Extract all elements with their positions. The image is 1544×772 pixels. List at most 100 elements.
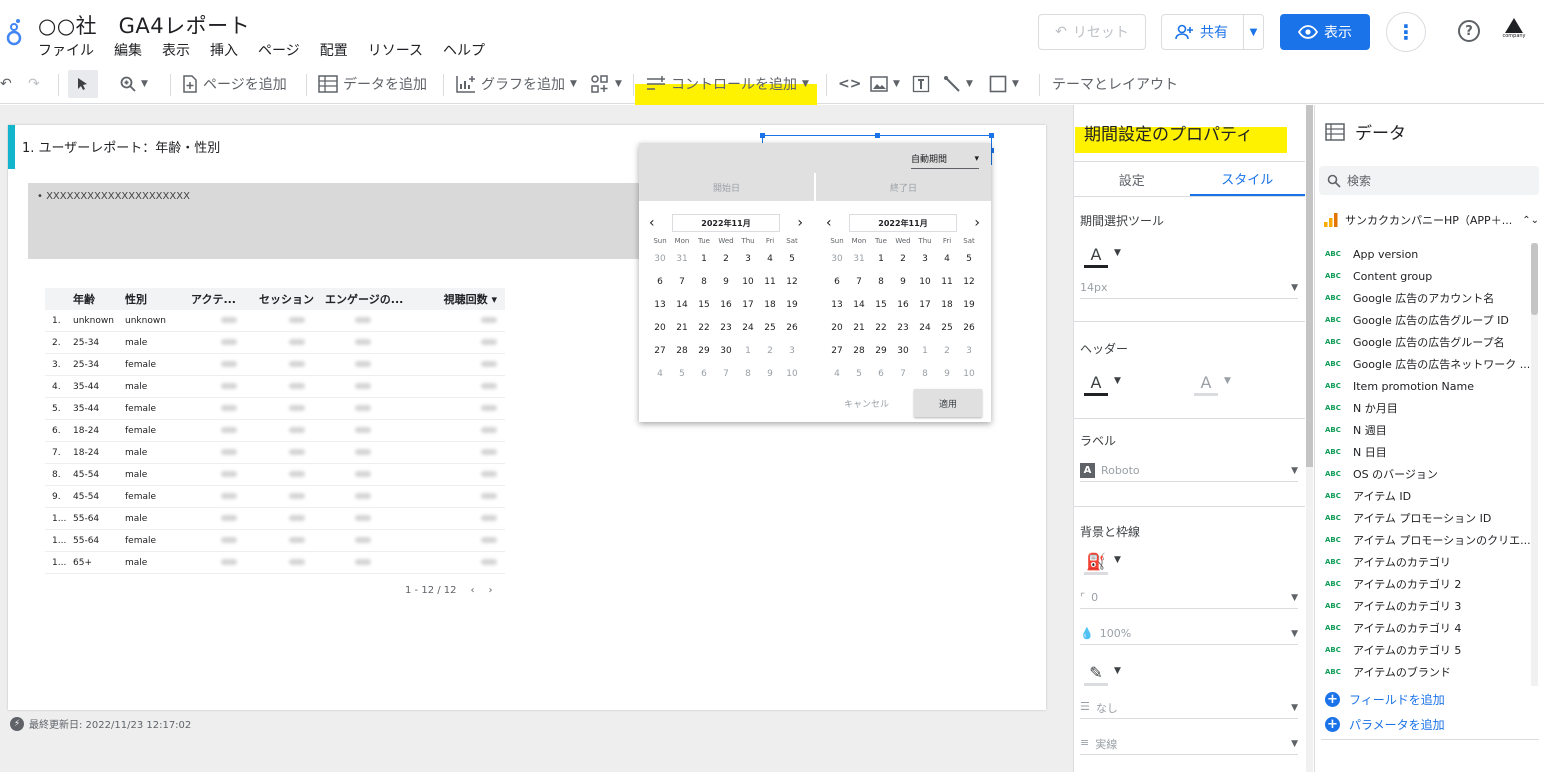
prev-month-icon[interactable]: ‹ xyxy=(826,215,832,231)
image-icon[interactable]: ▼ xyxy=(870,64,900,104)
report-title[interactable]: ○○社 GA4レポート xyxy=(38,10,250,40)
line-icon[interactable]: ▼ xyxy=(943,64,973,104)
calendar-day[interactable]: 7 xyxy=(715,362,737,385)
calendar-day[interactable]: 13 xyxy=(826,293,848,316)
next-month-icon[interactable]: › xyxy=(974,215,980,231)
data-table[interactable]: 年齢 性別 アクテ... セッション エンゲージの... 視聴回数 ▾ 1. un… xyxy=(45,288,505,574)
calendar-day[interactable]: 8 xyxy=(737,362,759,385)
community-viz-icon[interactable]: ▼ xyxy=(590,64,622,104)
calendar-day[interactable]: 6 xyxy=(870,362,892,385)
col-engagement[interactable]: エンゲージの... xyxy=(325,291,421,307)
calendar-day[interactable]: 21 xyxy=(671,316,693,339)
calendar-day[interactable]: 3 xyxy=(781,339,803,362)
add-chart-button[interactable]: グラフを追加 ▼ xyxy=(456,64,577,104)
calendar-day[interactable]: 28 xyxy=(671,339,693,362)
zoom-icon[interactable]: ▼ xyxy=(120,64,148,104)
calendar-day[interactable]: 1 xyxy=(870,247,892,270)
field-item[interactable]: ABC アイテムのブランド xyxy=(1325,661,1533,683)
calendar-day[interactable]: 27 xyxy=(826,339,848,362)
calendar-day[interactable]: 25 xyxy=(936,316,958,339)
calendar-day[interactable]: 1 xyxy=(914,339,936,362)
field-item[interactable]: ABC アイテム ID xyxy=(1325,485,1533,507)
menu-insert[interactable]: 挿入 xyxy=(210,40,238,60)
view-button[interactable]: 表示 xyxy=(1280,14,1370,50)
table-row[interactable]: 9. 45-54 female xyxy=(45,486,505,508)
calendar-day[interactable]: 3 xyxy=(737,247,759,270)
table-row[interactable]: 4. 35-44 male xyxy=(45,376,505,398)
border-color-picker[interactable]: ✎ ▼ xyxy=(1084,663,1121,686)
field-item[interactable]: ABC アイテム プロモーションのクリエ... xyxy=(1325,529,1533,551)
field-item[interactable]: ABC アイテムのカテゴリ 4 xyxy=(1325,617,1533,639)
calendar-day[interactable]: 26 xyxy=(781,316,803,339)
add-field-button[interactable]: + フィールドを追加 xyxy=(1325,691,1445,708)
redo-icon[interactable]: ↷ xyxy=(28,64,40,104)
calendar-day[interactable]: 7 xyxy=(848,270,870,293)
field-item[interactable]: ABC N か月目 xyxy=(1325,397,1533,419)
calendar-day[interactable]: 30 xyxy=(649,247,671,270)
calendar-day[interactable]: 11 xyxy=(936,270,958,293)
page-title[interactable]: 1. ユーザーレポート：年齢・性別 xyxy=(22,137,220,156)
field-search-input[interactable]: 検索 xyxy=(1319,166,1539,195)
menu-view[interactable]: 表示 xyxy=(162,40,190,60)
calendar-day[interactable]: 10 xyxy=(737,270,759,293)
calendar-day[interactable]: 9 xyxy=(936,362,958,385)
header-text-color-picker[interactable]: A ▼ xyxy=(1084,373,1121,396)
col-gender[interactable]: 性別 xyxy=(125,291,191,307)
properties-scrollbar[interactable] xyxy=(1306,105,1313,772)
col-active-users[interactable]: アクテ... xyxy=(191,291,259,307)
calendar-day[interactable]: 25 xyxy=(759,316,781,339)
start-date-tab[interactable]: 開始日 xyxy=(639,173,814,201)
calendar-day[interactable]: 12 xyxy=(958,270,980,293)
calendar-day[interactable]: 14 xyxy=(848,293,870,316)
calendar-day[interactable]: 8 xyxy=(870,270,892,293)
resize-handle[interactable] xyxy=(760,133,765,138)
month-select[interactable]: 2022年11月 xyxy=(672,214,780,232)
table-row[interactable]: 7. 18-24 male xyxy=(45,442,505,464)
table-row[interactable]: 1... 55-64 male xyxy=(45,508,505,530)
calendar-day[interactable]: 16 xyxy=(892,293,914,316)
resize-handle[interactable] xyxy=(989,133,994,138)
calendar-day[interactable]: 30 xyxy=(826,247,848,270)
company-logo[interactable]: company xyxy=(1498,18,1530,48)
field-item[interactable]: ABC アイテムのカテゴリ 5 xyxy=(1325,639,1533,661)
table-row[interactable]: 6. 18-24 female xyxy=(45,420,505,442)
opacity-select[interactable]: 💧 100% ▼ xyxy=(1080,623,1298,645)
calendar-day[interactable]: 19 xyxy=(781,293,803,316)
prev-month-icon[interactable]: ‹ xyxy=(649,215,655,231)
calendar-day[interactable]: 10 xyxy=(914,270,936,293)
calendar-day[interactable]: 18 xyxy=(759,293,781,316)
add-control-button[interactable]: コントロールを追加 ▼ xyxy=(646,64,809,104)
calendar-day[interactable]: 6 xyxy=(826,270,848,293)
calendar-day[interactable]: 4 xyxy=(649,362,671,385)
font-size-select[interactable]: 14px ▼ xyxy=(1080,277,1298,299)
calendar-day[interactable]: 24 xyxy=(737,316,759,339)
calendar-day[interactable]: 2 xyxy=(715,247,737,270)
text-box-icon[interactable] xyxy=(912,64,930,104)
calendar-day[interactable]: 16 xyxy=(715,293,737,316)
border-radius-select[interactable]: ⌜ 0 ▼ xyxy=(1080,587,1298,609)
calendar-day[interactable]: 5 xyxy=(848,362,870,385)
add-parameter-button[interactable]: + パラメータを追加 xyxy=(1325,716,1445,733)
calendar-day[interactable]: 10 xyxy=(958,362,980,385)
calendar-day[interactable]: 3 xyxy=(958,339,980,362)
calendar-day[interactable]: 13 xyxy=(649,293,671,316)
calendar-day[interactable]: 9 xyxy=(715,270,737,293)
text-color-picker[interactable]: A ▼ xyxy=(1084,245,1121,268)
calendar-day[interactable]: 2 xyxy=(936,339,958,362)
apply-button[interactable]: 適用 xyxy=(914,389,982,417)
header-bg-color-picker[interactable]: A ▼ xyxy=(1194,373,1231,396)
month-select[interactable]: 2022年11月 xyxy=(849,214,957,232)
field-item[interactable]: ABC アイテムのカテゴリ xyxy=(1325,551,1533,573)
end-date-tab[interactable]: 終了日 xyxy=(816,173,991,201)
calendar-day[interactable]: 22 xyxy=(870,316,892,339)
table-row[interactable]: 1... 55-64 female xyxy=(45,530,505,552)
calendar-day[interactable]: 5 xyxy=(781,247,803,270)
calendar-day[interactable]: 7 xyxy=(671,270,693,293)
col-sessions[interactable]: セッション xyxy=(259,291,325,307)
field-item[interactable]: ABC Google 広告の広告グループ名 xyxy=(1325,331,1533,353)
calendar-day[interactable]: 24 xyxy=(914,316,936,339)
menu-file[interactable]: ファイル xyxy=(38,40,94,60)
shape-icon[interactable]: ▼ xyxy=(989,64,1019,104)
calendar-day[interactable]: 31 xyxy=(848,247,870,270)
next-page-icon[interactable]: › xyxy=(489,585,493,596)
